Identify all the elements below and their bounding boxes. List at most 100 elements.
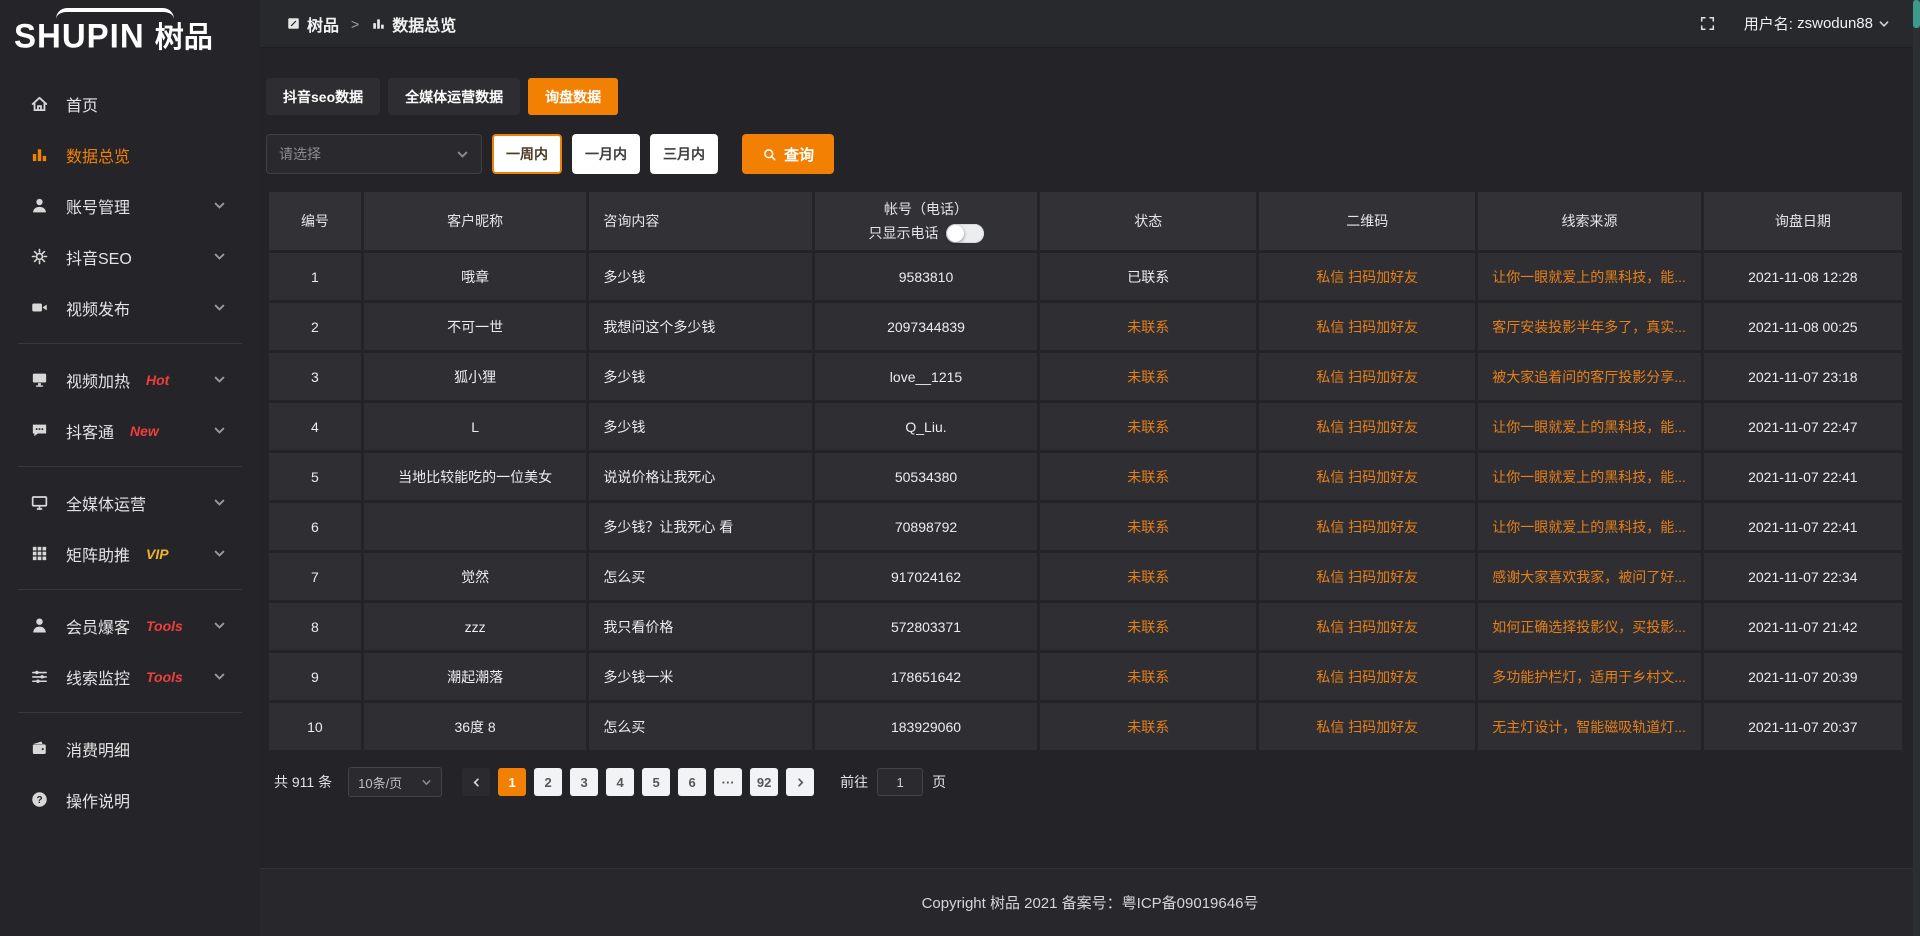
cell-date: 2021-11-07 23:18 bbox=[1704, 353, 1902, 400]
source-link[interactable]: 让你一眼就爱上的黑科技，能... bbox=[1492, 419, 1686, 435]
source-link[interactable]: 让你一眼就爱上的黑科技，能... bbox=[1492, 519, 1686, 535]
cell-content: 怎么买 bbox=[589, 703, 811, 750]
date-range-button[interactable]: 三月内 bbox=[650, 134, 718, 174]
cell-id: 3 bbox=[269, 353, 361, 400]
sidebar-item[interactable]: 账号管理 bbox=[0, 180, 260, 231]
sidebar-item[interactable]: ? 操作说明 bbox=[0, 774, 260, 825]
qrcode-link[interactable]: 私信 扫码加好友 bbox=[1316, 569, 1418, 585]
chevron-down-icon bbox=[213, 199, 226, 212]
cell-account: 2097344839 bbox=[815, 303, 1037, 350]
table-row: 10 36度 8 怎么买 183929060 未联系 私信 扫码加好友 bbox=[269, 703, 1902, 750]
breadcrumb-root[interactable]: 树品 bbox=[307, 12, 339, 36]
qrcode-link[interactable]: 私信 扫码加好友 bbox=[1316, 669, 1418, 685]
page-number-button[interactable]: 1 bbox=[498, 768, 526, 796]
qrcode-link[interactable]: 私信 扫码加好友 bbox=[1316, 619, 1418, 635]
source-link[interactable]: 多功能护栏灯，适用于乡村文... bbox=[1492, 669, 1686, 685]
sidebar-item[interactable]: 抖客通 New bbox=[0, 405, 260, 456]
cell-qrcode: 私信 扫码加好友 bbox=[1259, 253, 1475, 300]
cell-nickname: 觉然 bbox=[364, 553, 586, 600]
page-number-button[interactable]: 3 bbox=[570, 768, 598, 796]
cell-date: 2021-11-07 22:34 bbox=[1704, 553, 1902, 600]
page-number-button[interactable]: 6 bbox=[678, 768, 706, 796]
filter-select-placeholder: 请选择 bbox=[279, 144, 321, 164]
source-link[interactable]: 客厅安装投影半年多了，真实... bbox=[1492, 319, 1686, 335]
qrcode-link[interactable]: 私信 扫码加好友 bbox=[1316, 719, 1418, 735]
col-header-nickname: 客户昵称 bbox=[364, 192, 586, 250]
search-button[interactable]: 查询 bbox=[742, 134, 834, 174]
source-link[interactable]: 被大家追着问的客厅投影分享... bbox=[1492, 369, 1686, 385]
page-number-button[interactable]: 4 bbox=[606, 768, 634, 796]
cell-date: 2021-11-07 20:37 bbox=[1704, 703, 1902, 750]
page-size-select[interactable]: 10条/页 bbox=[348, 767, 442, 797]
sidebar-item[interactable]: 首页 bbox=[0, 78, 260, 129]
qrcode-link[interactable]: 私信 扫码加好友 bbox=[1316, 519, 1418, 535]
source-link[interactable]: 无主灯设计，智能磁吸轨道灯... bbox=[1492, 719, 1686, 735]
cell-account: 50534380 bbox=[815, 453, 1037, 500]
user-menu[interactable]: 用户名: zswodun88 bbox=[1744, 13, 1890, 34]
prev-page-button[interactable] bbox=[462, 768, 490, 796]
cell-status: 未联系 bbox=[1040, 603, 1256, 650]
date-range-button[interactable]: 一月内 bbox=[572, 134, 640, 174]
sidebar-divider bbox=[18, 712, 242, 713]
sidebar-item[interactable]: 视频加热 Hot bbox=[0, 354, 260, 405]
cell-id: 4 bbox=[269, 403, 361, 450]
source-link[interactable]: 让你一眼就爱上的黑科技，能... bbox=[1492, 269, 1686, 285]
chevron-down-icon bbox=[213, 547, 226, 560]
brand-logo: SHUPIN 树品 bbox=[0, 6, 260, 70]
chevron-down-icon bbox=[456, 148, 469, 161]
next-page-button[interactable] bbox=[786, 768, 814, 796]
page-number-button[interactable]: 2 bbox=[534, 768, 562, 796]
cell-content: 我想问这个多少钱 bbox=[589, 303, 811, 350]
sidebar-item[interactable]: 视频发布 bbox=[0, 282, 260, 333]
scrollbar-thumb[interactable] bbox=[1913, 0, 1920, 28]
sidebar-item[interactable]: 矩阵助推 VIP bbox=[0, 528, 260, 579]
source-link[interactable]: 如何正确选择投影仪，买投影... bbox=[1492, 619, 1686, 635]
table-row: 2 不可一世 我想问这个多少钱 2097344839 未联系 私信 扫码加好友 bbox=[269, 303, 1902, 350]
cell-content: 多少钱？让我死心 看 bbox=[589, 503, 811, 550]
tab[interactable]: 询盘数据 bbox=[528, 78, 618, 115]
fullscreen-icon[interactable] bbox=[1699, 15, 1716, 32]
cell-nickname: 狐小狸 bbox=[364, 353, 586, 400]
topbar-right: 用户名: zswodun88 bbox=[1699, 13, 1890, 34]
cell-content: 多少钱 bbox=[589, 403, 811, 450]
sidebar-item[interactable]: 线索监控 Tools bbox=[0, 651, 260, 702]
tab[interactable]: 全媒体运营数据 bbox=[388, 78, 520, 115]
chevron-down-icon bbox=[213, 373, 226, 386]
page-number-button[interactable]: 92 bbox=[750, 768, 778, 796]
cell-source: 无主灯设计，智能磁吸轨道灯... bbox=[1478, 703, 1700, 750]
source-link[interactable]: 感谢大家喜欢我家，被问了好... bbox=[1492, 569, 1686, 585]
table-row: 7 觉然 怎么买 917024162 未联系 私信 扫码加好友 感谢大 bbox=[269, 553, 1902, 600]
cell-qrcode: 私信 扫码加好友 bbox=[1259, 303, 1475, 350]
sidebar-item-badge: New bbox=[130, 423, 159, 439]
sidebar-item-label: 全媒体运营 bbox=[66, 491, 146, 515]
source-link[interactable]: 让你一眼就爱上的黑科技，能... bbox=[1492, 469, 1686, 485]
date-range-button[interactable]: 一周内 bbox=[492, 134, 562, 174]
svg-text:?: ? bbox=[36, 795, 42, 806]
sidebar-item[interactable]: 会员爆客 Tools bbox=[0, 600, 260, 651]
sidebar-item[interactable]: 全媒体运营 bbox=[0, 477, 260, 528]
qrcode-link[interactable]: 私信 扫码加好友 bbox=[1316, 319, 1418, 335]
main-area: 树品 > 数据总览 用户名: zswodun88 抖音seo数据 bbox=[260, 0, 1920, 936]
sidebar-item[interactable]: 数据总览 bbox=[0, 129, 260, 180]
phone-only-toggle[interactable] bbox=[946, 224, 984, 243]
sidebar-item[interactable]: 抖音SEO bbox=[0, 231, 260, 282]
qrcode-link[interactable]: 私信 扫码加好友 bbox=[1316, 469, 1418, 485]
goto-page-input[interactable] bbox=[877, 768, 923, 796]
qrcode-link[interactable]: 私信 扫码加好友 bbox=[1316, 269, 1418, 285]
sidebar-item[interactable]: 消费明细 bbox=[0, 723, 260, 774]
qrcode-link[interactable]: 私信 扫码加好友 bbox=[1316, 369, 1418, 385]
page-scrollbar[interactable] bbox=[1913, 0, 1920, 936]
tab[interactable]: 抖音seo数据 bbox=[266, 78, 380, 115]
search-icon bbox=[762, 147, 777, 162]
chevron-down-icon bbox=[421, 777, 432, 788]
qrcode-link[interactable]: 私信 扫码加好友 bbox=[1316, 419, 1418, 435]
cell-id: 9 bbox=[269, 653, 361, 700]
goto-label: 前往 bbox=[840, 772, 868, 792]
cell-content: 我只看价格 bbox=[589, 603, 811, 650]
page-number-button[interactable]: 5 bbox=[642, 768, 670, 796]
chevron-down-icon bbox=[213, 301, 226, 314]
filter-select[interactable]: 请选择 bbox=[266, 134, 482, 174]
topbar: 树品 > 数据总览 用户名: zswodun88 bbox=[260, 0, 1920, 48]
page-number-button[interactable]: ··· bbox=[714, 768, 742, 796]
table-row: 6 多少钱？让我死心 看 70898792 未联系 私信 扫码加好友 bbox=[269, 503, 1902, 550]
